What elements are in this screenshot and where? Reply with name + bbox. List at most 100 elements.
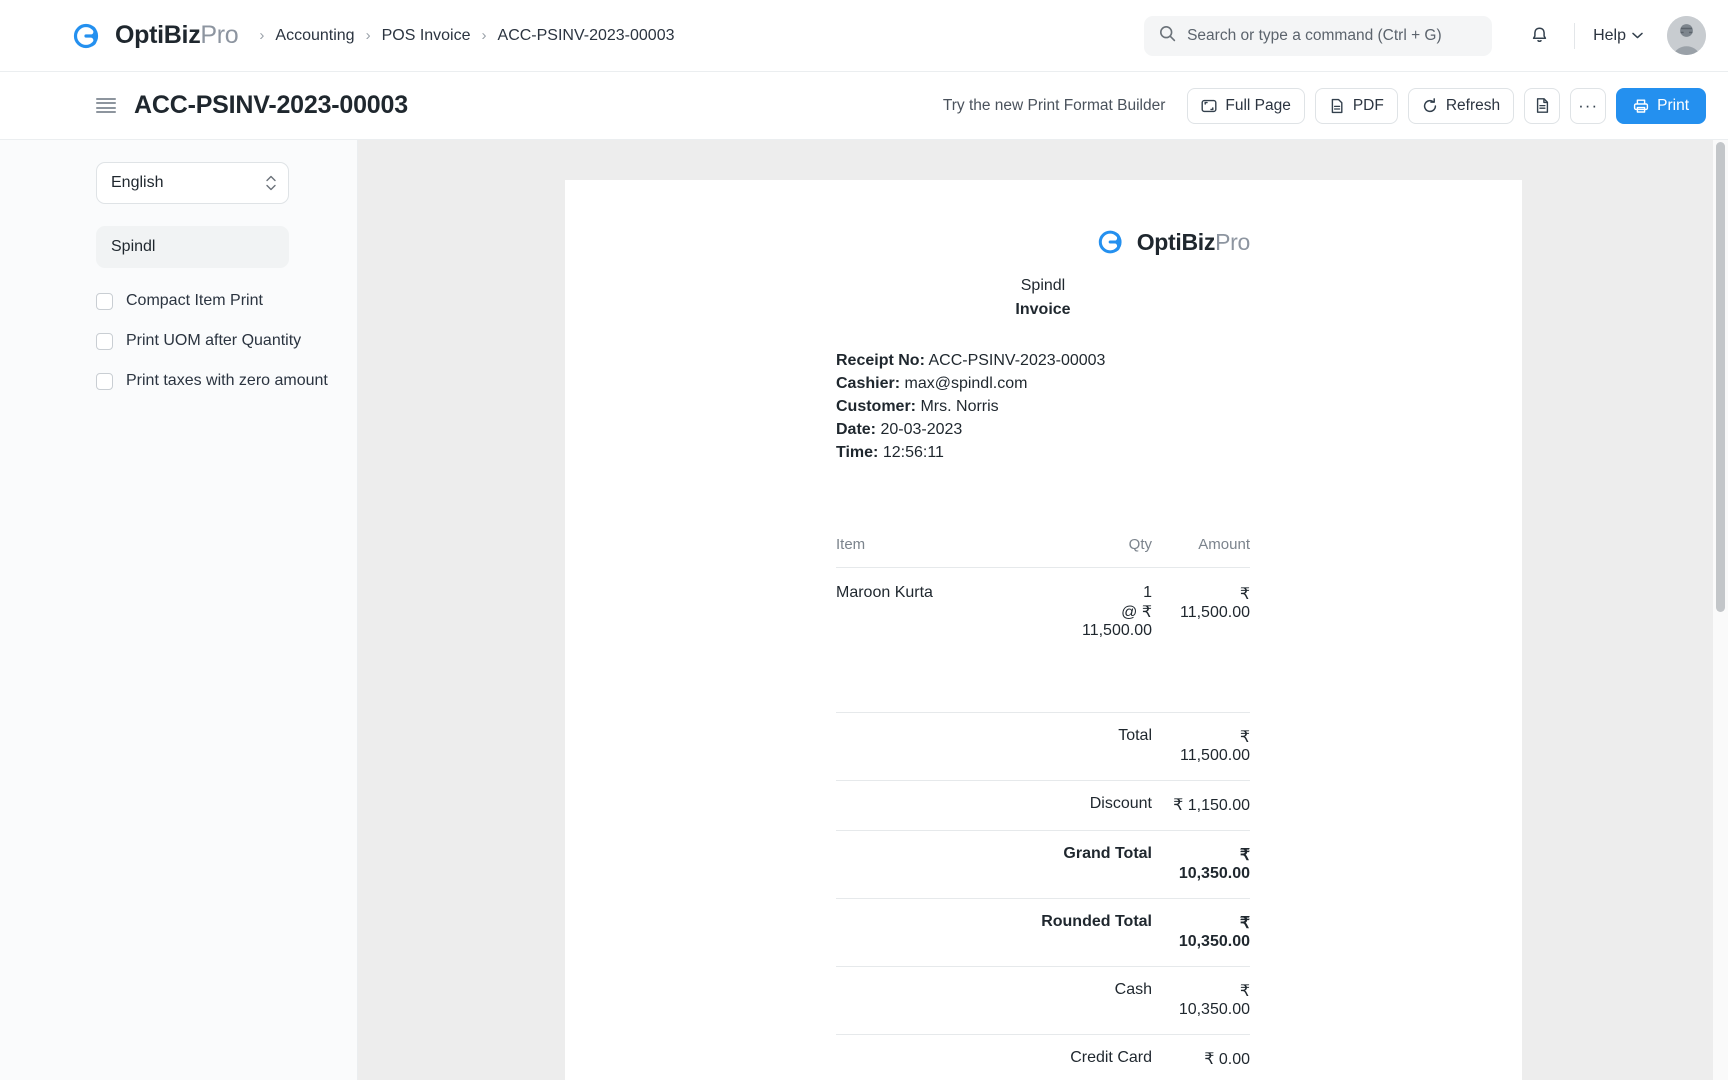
print-label: Print <box>1657 96 1689 114</box>
meta-receipt-no: Receipt No: ACC-PSINV-2023-00003 <box>836 349 1250 372</box>
bell-icon <box>1532 27 1546 42</box>
chevron-down-icon <box>1632 32 1643 39</box>
refresh-button[interactable]: Refresh <box>1407 87 1515 124</box>
meta-time: Time: 12:56:11 <box>836 441 1250 464</box>
compact-item-print-label: Compact Item Print <box>126 292 263 309</box>
more-options-label: ··· <box>1578 95 1599 115</box>
meta-receipt-no-label: Receipt No: <box>836 352 925 369</box>
print-uom-label: Print UOM after Quantity <box>126 332 302 349</box>
totals-row-discount: Discount ₹ 1,150.00 <box>836 780 1250 831</box>
breadcrumb-item-current[interactable]: ACC-PSINV-2023-00003 <box>498 27 675 45</box>
totals-label-cash: Cash <box>1114 981 1152 998</box>
totals-value-total-cell: ₹ 11,500.00 <box>1152 713 1250 781</box>
help-menu[interactable]: Help <box>1591 27 1645 45</box>
print-preview-area: OptiBizPro Spindl Invoice Receipt No: AC… <box>358 140 1728 1080</box>
meta-cashier-value: max@spindl.com <box>904 375 1028 392</box>
meta-customer-value: Mrs. Norris <box>920 398 999 415</box>
totals-label-grand-total: Grand Total <box>1063 845 1152 862</box>
totals-row-grand-total: Grand Total ₹ 10,350.00 <box>836 830 1250 899</box>
meta-customer: Customer: Mrs. Norris <box>836 395 1250 418</box>
preview-scrollbar[interactable] <box>1713 140 1728 1080</box>
item-rate: @ ₹ 11,500.00 <box>1082 604 1152 639</box>
option-print-uom-after-quantity[interactable]: Print UOM after Quantity <box>96 332 301 350</box>
letterhead-value: Spindl <box>111 238 156 255</box>
invoice-page: OptiBizPro Spindl Invoice Receipt No: AC… <box>564 180 1522 1080</box>
option-print-taxes-zero-amount[interactable]: Print taxes with zero amount <box>96 372 328 390</box>
items-header-qty: Qty <box>1052 536 1152 568</box>
breadcrumb-item-accounting[interactable]: Accounting <box>275 27 354 45</box>
item-qty-cell: 1 @ ₹ 11,500.00 <box>1052 568 1152 641</box>
totals-label-credit-card: Credit Card <box>1070 1049 1152 1066</box>
optibizpro-logo-icon <box>1097 226 1129 258</box>
navbar-divider <box>1574 22 1576 49</box>
scrollbar-thumb[interactable] <box>1716 142 1725 612</box>
totals-row-cash: Cash ₹ 10,350.00 <box>836 966 1250 1035</box>
invoice-totals-table: Total ₹ 11,500.00 Discount ₹ 1,150.00 Gr… <box>836 712 1250 1080</box>
navbar-right-group: Help <box>1144 15 1706 56</box>
invoice-logo-bold: OptiBiz <box>1136 228 1216 255</box>
print-settings-sidebar: English Spindl Compact Item Print Print … <box>0 140 358 1080</box>
refresh-label: Refresh <box>1445 96 1501 114</box>
letterhead-field[interactable]: Spindl <box>96 226 289 268</box>
main-content: English Spindl Compact Item Print Print … <box>0 140 1728 1080</box>
brand-home-link[interactable]: OptiBizPro <box>72 19 239 53</box>
full-page-icon <box>1201 99 1217 112</box>
letterhead-button[interactable] <box>1524 87 1561 124</box>
invoice-meta: Receipt No: ACC-PSINV-2023-00003 Cashier… <box>836 349 1250 464</box>
totals-symbol-cash: ₹ <box>1239 983 1250 1000</box>
totals-value-grand-total-cell: ₹ 10,350.00 <box>1152 831 1250 899</box>
invoice-body: OptiBizPro Spindl Invoice Receipt No: AC… <box>836 226 1250 1080</box>
totals-row-rounded-total: Rounded Total ₹ 10,350.00 <box>836 898 1250 967</box>
hamburger-icon[interactable] <box>96 98 116 113</box>
more-options-button[interactable]: ··· <box>1570 87 1607 124</box>
breadcrumb-separator-0: › <box>259 27 265 44</box>
full-page-button[interactable]: Full Page <box>1187 87 1305 124</box>
invoice-logo-row: OptiBizPro <box>836 226 1250 258</box>
notifications-button[interactable] <box>1520 17 1558 55</box>
item-amount-symbol: ₹ <box>1239 586 1250 603</box>
meta-date-value: 20-03-2023 <box>880 421 963 438</box>
pdf-label: PDF <box>1352 96 1384 114</box>
totals-row-total: Total ₹ 11,500.00 <box>836 712 1250 781</box>
totals-symbol-total: ₹ <box>1239 729 1250 746</box>
item-amount-cell: ₹ 11,500.00 <box>1152 568 1250 641</box>
language-select-value: English <box>111 174 164 191</box>
option-compact-item-print[interactable]: Compact Item Print <box>96 292 289 310</box>
refresh-icon <box>1423 97 1436 112</box>
brand-label: OptiBizPro <box>115 21 239 50</box>
totals-symbol-grand-total: ₹ <box>1239 847 1250 864</box>
totals-value-rounded-total: 10,350.00 <box>1178 933 1250 950</box>
breadcrumb-item-pos-invoice[interactable]: POS Invoice <box>382 27 471 45</box>
meta-date-label: Date: <box>836 421 877 438</box>
print-button[interactable]: Print <box>1616 87 1706 124</box>
totals-value-discount: ₹ 1,150.00 <box>1173 797 1250 814</box>
search-box[interactable] <box>1144 15 1493 56</box>
avatar[interactable] <box>1667 16 1706 55</box>
meta-receipt-no-value: ACC-PSINV-2023-00003 <box>928 352 1106 369</box>
invoice-items-table: Item Qty Amount Maroon Kurta 1 @ ₹ 11,50… <box>836 536 1250 640</box>
help-label: Help <box>1593 26 1626 44</box>
print-taxes-zero-label: Print taxes with zero amount <box>126 372 328 389</box>
totals-value-cash: 10,350.00 <box>1178 1001 1250 1018</box>
top-navbar: OptiBizPro › Accounting › POS Invoice › … <box>0 0 1728 72</box>
print-format-builder-hint[interactable]: Try the new Print Format Builder <box>943 97 1166 115</box>
breadcrumb-separator-1: › <box>365 27 371 44</box>
breadcrumb: › Accounting › POS Invoice › ACC-PSINV-2… <box>248 27 674 45</box>
document-toolbar: ACC-PSINV-2023-00003 Try the new Print F… <box>0 72 1728 140</box>
items-header-amount: Amount <box>1152 536 1250 568</box>
totals-value-cash-cell: ₹ 10,350.00 <box>1152 967 1250 1035</box>
totals-symbol-rounded-total: ₹ <box>1239 915 1250 932</box>
totals-value-rounded-total-cell: ₹ 10,350.00 <box>1152 899 1250 967</box>
totals-row-credit-card: Credit Card ₹ 0.00 <box>836 1034 1250 1080</box>
search-input[interactable] <box>1187 26 1478 45</box>
compact-item-print-checkbox[interactable] <box>96 292 113 310</box>
invoice-logo-label: OptiBizPro <box>1136 228 1251 256</box>
print-taxes-zero-checkbox[interactable] <box>96 372 113 390</box>
print-uom-checkbox[interactable] <box>96 332 113 350</box>
pdf-button[interactable]: PDF <box>1314 87 1398 124</box>
meta-time-label: Time: <box>836 444 879 461</box>
language-select[interactable]: English <box>96 162 289 204</box>
totals-label-discount: Discount <box>1089 795 1152 812</box>
search-icon <box>1159 25 1176 47</box>
meta-cashier-label: Cashier: <box>836 375 901 392</box>
